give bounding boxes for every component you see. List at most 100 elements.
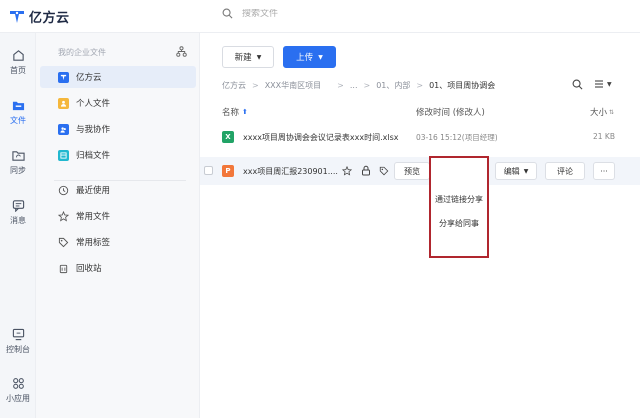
rail-item-home[interactable]: 首页 xyxy=(0,49,36,76)
sort-up-icon: ⬆ xyxy=(242,108,248,116)
tag-icon xyxy=(58,237,69,247)
monitor-icon xyxy=(12,328,24,341)
rail-label: 首页 xyxy=(10,66,26,75)
sidebar-item-label: 常用文件 xyxy=(76,212,111,222)
edit-button[interactable]: 编辑 ▼ xyxy=(495,162,537,180)
company-folder-icon xyxy=(58,71,69,83)
rail-item-sync[interactable]: 同步 xyxy=(0,149,36,176)
caret-down-icon: ▼ xyxy=(523,167,529,175)
column-header-label: 名称 xyxy=(222,108,240,118)
row-checkbox[interactable] xyxy=(204,166,213,175)
chevron-right-icon: > xyxy=(363,81,371,90)
sidebar: 我的企业文件 亿方云 个人文件 与我协作 归档文件 最近使用 常用文件 常用标签… xyxy=(36,33,200,418)
upload-button[interactable]: 上传 ▼ xyxy=(283,46,336,68)
sidebar-item-archive[interactable]: 归档文件 xyxy=(40,144,196,166)
app-name: 亿方云 xyxy=(29,11,70,26)
sidebar-item-tags[interactable]: 常用标签 xyxy=(40,231,196,253)
sync-folder-icon xyxy=(11,151,25,161)
star-icon[interactable] xyxy=(342,166,352,176)
org-tree-icon[interactable] xyxy=(176,46,187,57)
personal-folder-icon xyxy=(58,97,69,109)
breadcrumb-item[interactable]: ... xyxy=(350,81,358,90)
column-header-label: 大小 xyxy=(590,108,608,118)
tag-icon[interactable] xyxy=(379,166,389,176)
upload-button-label: 上传 xyxy=(296,53,314,63)
star-icon xyxy=(58,210,69,221)
sidebar-item-yifangyun[interactable]: 亿方云 xyxy=(40,66,196,88)
rail-item-files[interactable]: 文件 xyxy=(0,99,36,126)
sidebar-item-trash[interactable]: 回收站 xyxy=(40,257,196,279)
message-icon xyxy=(12,200,24,212)
rail-label: 同步 xyxy=(10,166,26,175)
sort-toggle-icon: ⇅ xyxy=(609,108,615,116)
preview-button[interactable]: 预览 xyxy=(394,162,430,180)
breadcrumb: 亿方云 > XXX华南区项目 > ... > 01、内部 > 01、项目周协调会 xyxy=(222,80,495,91)
search-icon[interactable] xyxy=(572,79,583,90)
search-input[interactable] xyxy=(242,8,442,19)
new-button[interactable]: 新建 ▼ xyxy=(222,46,274,68)
chevron-right-icon: > xyxy=(416,81,424,90)
file-icon-letter: P xyxy=(225,167,231,175)
rail-item-messages[interactable]: 消息 xyxy=(0,199,36,226)
caret-down-icon: ▼ xyxy=(256,53,262,61)
rail-item-console[interactable]: 控制台 xyxy=(0,328,36,355)
left-rail: 首页 文件 同步 消息 控制台 小应用 xyxy=(0,33,36,418)
breadcrumb-item[interactable]: XXX华南区项目 xyxy=(265,80,321,91)
apps-grid-icon xyxy=(12,378,24,389)
file-icon-letter: X xyxy=(225,133,231,141)
collab-folder-icon xyxy=(58,123,69,135)
column-header-name[interactable]: 名称 ⬆ xyxy=(222,106,248,118)
sidebar-item-personal[interactable]: 个人文件 xyxy=(40,92,196,114)
file-size: 21 KB xyxy=(593,132,615,141)
clock-icon xyxy=(58,185,69,195)
file-name[interactable]: xxxx项目周协调会会议记录表xxx时间.xlsx xyxy=(243,132,399,143)
more-options-button[interactable]: ··· xyxy=(593,162,615,180)
file-name[interactable]: xxx项目周汇报230901.... xyxy=(243,166,338,177)
sidebar-item-label: 个人文件 xyxy=(76,99,111,109)
column-header-size[interactable]: 大小 ⇅ xyxy=(590,106,614,118)
comment-button-label: 评论 xyxy=(557,166,573,176)
caret-down-icon: ▼ xyxy=(607,80,612,88)
chevron-right-icon: > xyxy=(252,81,259,90)
file-modified: 03-16 15:12(项目经理) xyxy=(416,133,498,142)
rail-label: 消息 xyxy=(10,216,26,225)
sidebar-item-label: 最近使用 xyxy=(76,186,111,196)
breadcrumb-item[interactable]: 亿方云 xyxy=(222,80,246,91)
share-to-colleague-item[interactable]: 分享给同事 xyxy=(431,218,487,229)
sidebar-item-label: 归档文件 xyxy=(76,151,111,161)
breadcrumb-current: 01、项目周协调会 xyxy=(429,81,496,90)
comment-button[interactable]: 评论 xyxy=(545,162,585,180)
view-mode-toggle[interactable]: ▼ xyxy=(594,79,612,89)
sidebar-item-label: 亿方云 xyxy=(76,73,102,83)
chevron-right-icon: > xyxy=(337,81,344,90)
folder-icon xyxy=(12,101,24,111)
rail-label: 控制台 xyxy=(6,345,30,354)
archive-folder-icon xyxy=(58,149,69,161)
top-bar: 亿方云 xyxy=(0,0,640,33)
excel-file-icon: X xyxy=(222,131,234,143)
lock-icon[interactable] xyxy=(361,165,371,176)
column-header-modified[interactable]: 修改时间 (修改人) xyxy=(416,106,485,118)
rail-label: 小应用 xyxy=(6,394,30,403)
sidebar-item-recent[interactable]: 最近使用 xyxy=(40,179,196,201)
list-view-icon xyxy=(595,80,603,88)
rail-label: 文件 xyxy=(10,116,26,125)
sidebar-item-label: 与我协作 xyxy=(76,125,111,135)
search-icon xyxy=(222,8,233,19)
share-via-link-item[interactable]: 通过链接分享 xyxy=(431,194,487,205)
sidebar-item-label: 回收站 xyxy=(76,264,102,274)
breadcrumb-item[interactable]: 01、内部 xyxy=(376,80,410,91)
sidebar-item-favorites[interactable]: 常用文件 xyxy=(40,205,196,227)
app-logo[interactable]: 亿方云 xyxy=(9,7,70,26)
home-icon xyxy=(12,50,24,61)
search-bar[interactable] xyxy=(222,8,442,19)
more-icon: ··· xyxy=(600,166,608,176)
sidebar-item-collab[interactable]: 与我协作 xyxy=(40,118,196,140)
edit-button-label: 编辑 xyxy=(503,166,520,176)
caret-down-icon: ▼ xyxy=(318,53,323,61)
sidebar-header: 我的企业文件 xyxy=(58,48,106,57)
share-dropdown-menu: 通过链接分享 分享给同事 xyxy=(429,156,489,258)
rail-item-apps[interactable]: 小应用 xyxy=(0,377,36,404)
sidebar-item-label: 常用标签 xyxy=(76,238,111,248)
table-row[interactable]: X xxxx项目周协调会会议记录表xxx时间.xlsx 03-16 15:12(… xyxy=(200,124,640,150)
